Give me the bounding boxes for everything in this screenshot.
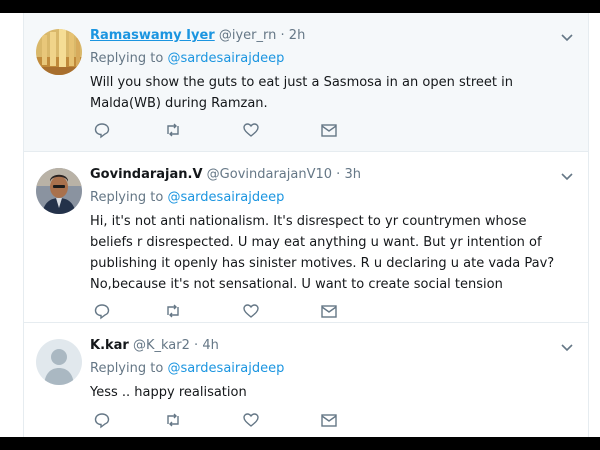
author-name[interactable]: Ramaswamy Iyer bbox=[90, 28, 215, 43]
chevron-down-icon[interactable] bbox=[560, 340, 574, 354]
replying-to-mention[interactable]: @sardesairajdeep bbox=[167, 51, 284, 66]
tweet-time[interactable]: 3h bbox=[344, 167, 361, 182]
chevron-down-icon[interactable] bbox=[560, 30, 574, 44]
replies-feed: Ramaswamy Iyer @iyer_rn · 2h Replying to… bbox=[23, 13, 589, 437]
tweet-text: Yess .. happy realisation bbox=[90, 385, 247, 400]
reply-tweet[interactable]: Ramaswamy Iyer @iyer_rn · 2h Replying to… bbox=[24, 13, 588, 152]
envelope-icon[interactable] bbox=[320, 121, 338, 139]
chevron-down-icon[interactable] bbox=[560, 169, 574, 183]
envelope-icon[interactable] bbox=[320, 411, 338, 429]
reply-icon[interactable] bbox=[93, 121, 111, 139]
tweet-time[interactable]: 4h bbox=[202, 338, 219, 353]
retweet-icon[interactable] bbox=[164, 121, 182, 139]
tweet-text: Hi, it's not anti nationalism. It's disr… bbox=[90, 214, 555, 292]
tweet-header: Ramaswamy Iyer @iyer_rn · 2h bbox=[90, 28, 305, 44]
author-name[interactable]: K.kar bbox=[90, 338, 129, 353]
tweet-actions bbox=[90, 121, 350, 139]
tweet-actions bbox=[90, 302, 350, 320]
author-handle[interactable]: @GovindarajanV10 bbox=[207, 167, 332, 182]
tweet-text: Will you show the guts to eat just a Sas… bbox=[90, 75, 513, 111]
tweet-header: Govindarajan.V @GovindarajanV10 · 3h bbox=[90, 167, 361, 183]
replying-to-mention[interactable]: @sardesairajdeep bbox=[167, 190, 284, 205]
retweet-icon[interactable] bbox=[164, 411, 182, 429]
replying-to-label: Replying to bbox=[90, 361, 164, 376]
tweet-header: K.kar @K_kar2 · 4h bbox=[90, 338, 219, 354]
replying-to-line: Replying to @sardesairajdeep bbox=[90, 190, 284, 205]
replying-to-line: Replying to @sardesairajdeep bbox=[90, 51, 284, 66]
separator-dot: · bbox=[194, 338, 199, 353]
top-frame-bar bbox=[0, 0, 600, 13]
avatar[interactable] bbox=[36, 29, 82, 75]
replying-to-line: Replying to @sardesairajdeep bbox=[90, 361, 284, 376]
author-name[interactable]: Govindarajan.V bbox=[90, 167, 203, 182]
author-handle[interactable]: @iyer_rn bbox=[219, 28, 277, 43]
replying-to-label: Replying to bbox=[90, 190, 164, 205]
tweet-time[interactable]: 2h bbox=[289, 28, 306, 43]
heart-icon[interactable] bbox=[242, 411, 260, 429]
reply-tweet[interactable]: K.kar @K_kar2 · 4h Replying to @sardesai… bbox=[24, 323, 588, 437]
avatar[interactable] bbox=[36, 168, 82, 214]
replying-to-mention[interactable]: @sardesairajdeep bbox=[167, 361, 284, 376]
reply-icon[interactable] bbox=[93, 302, 111, 320]
avatar[interactable] bbox=[36, 339, 82, 385]
tweet-actions bbox=[90, 411, 350, 429]
separator-dot: · bbox=[280, 28, 285, 43]
replying-to-label: Replying to bbox=[90, 51, 164, 66]
envelope-icon[interactable] bbox=[320, 302, 338, 320]
retweet-icon[interactable] bbox=[164, 302, 182, 320]
reply-icon[interactable] bbox=[93, 411, 111, 429]
bottom-frame-bar bbox=[0, 437, 600, 450]
author-handle[interactable]: @K_kar2 bbox=[133, 338, 190, 353]
reply-tweet[interactable]: Govindarajan.V @GovindarajanV10 · 3h Rep… bbox=[24, 152, 588, 323]
separator-dot: · bbox=[336, 167, 341, 182]
heart-icon[interactable] bbox=[242, 302, 260, 320]
heart-icon[interactable] bbox=[242, 121, 260, 139]
